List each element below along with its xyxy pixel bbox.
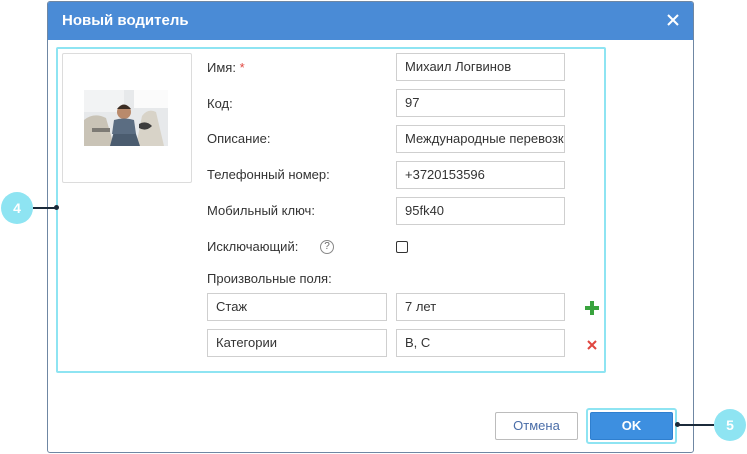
custom-field-name[interactable]: Категории <box>207 329 387 357</box>
exclusive-label: Исключающий: <box>207 239 299 254</box>
photo-frame[interactable] <box>62 53 192 183</box>
ok-button[interactable]: OK <box>590 412 673 440</box>
mobile-key-field[interactable]: 95fk40 <box>396 197 565 225</box>
code-label: Код: <box>207 96 233 111</box>
plus-icon[interactable] <box>585 301 599 315</box>
annotation-badge-5: 5 <box>714 409 746 441</box>
annotation-dot-4 <box>54 205 59 210</box>
mobile-key-label: Мобильный ключ: <box>207 203 315 218</box>
driver-photo <box>84 90 168 146</box>
exclusive-checkbox[interactable] <box>396 241 408 253</box>
dialog-titlebar: Новый водитель <box>48 2 693 40</box>
close-icon[interactable] <box>663 10 683 30</box>
annotation-connector-4 <box>33 207 55 209</box>
new-driver-dialog: Новый водитель Имя: * Михаил Логвинов Ко… <box>47 1 694 453</box>
annotation-dot-5 <box>675 422 680 427</box>
phone-label: Телефонный номер: <box>207 167 330 182</box>
dialog-title: Новый водитель <box>62 12 189 29</box>
description-field[interactable]: Международные перевозки <box>396 125 565 153</box>
required-mark: * <box>239 60 245 75</box>
custom-fields-label: Произвольные поля: <box>207 271 332 286</box>
name-label: Имя: * <box>207 60 245 75</box>
phone-field[interactable]: +3720153596 <box>396 161 565 189</box>
cancel-button[interactable]: Отмена <box>495 412 578 440</box>
annotation-connector-5 <box>678 424 714 426</box>
custom-field-value[interactable]: B, C <box>396 329 565 357</box>
custom-field-name[interactable]: Стаж <box>207 293 387 321</box>
name-label-text: Имя: <box>207 60 236 75</box>
help-icon[interactable]: ? <box>320 240 334 254</box>
delete-icon[interactable] <box>586 339 598 351</box>
description-label: Описание: <box>207 131 271 146</box>
custom-field-value[interactable]: 7 лет <box>396 293 565 321</box>
annotation-badge-4: 4 <box>1 192 33 224</box>
name-field[interactable]: Михаил Логвинов <box>396 53 565 81</box>
code-field[interactable]: 97 <box>396 89 565 117</box>
